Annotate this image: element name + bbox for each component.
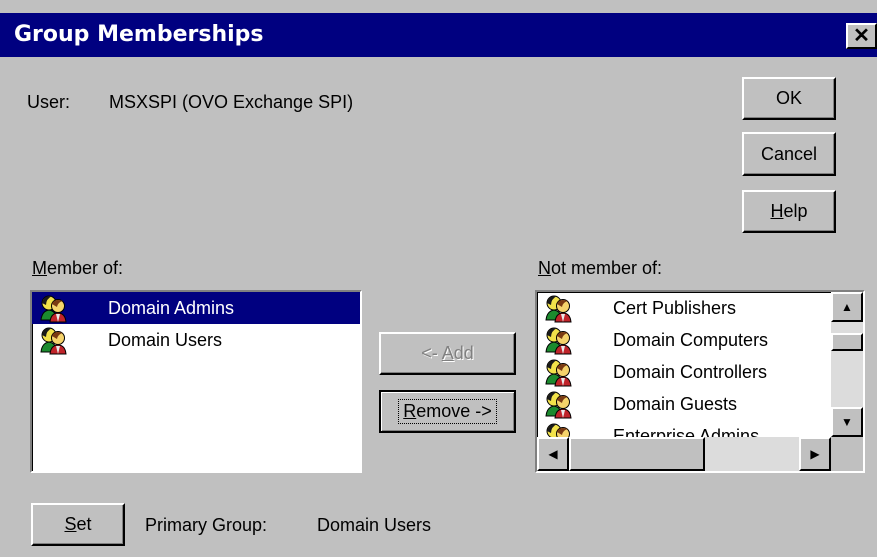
list-item-label: Domain Computers: [613, 329, 769, 350]
user-label: User:: [27, 92, 71, 112]
scroll-left-button[interactable]: ◀: [537, 437, 569, 471]
group-icon: [546, 423, 570, 437]
ok-button[interactable]: OK: [742, 77, 836, 120]
arrow-left-icon: ◀: [548, 447, 558, 461]
list-item[interactable]: Domain Users: [32, 324, 360, 356]
list-item[interactable]: Domain Guests: [537, 388, 831, 420]
list-item-label: Domain Guests: [613, 393, 738, 414]
arrow-up-icon: ▲: [841, 300, 853, 314]
not-member-of-box: Cert Publishers Domain Computers Domain Co…: [535, 290, 865, 473]
not-member-of-label: Not member of:: [538, 258, 663, 278]
scroll-down-button[interactable]: ▼: [831, 407, 863, 437]
remove-button[interactable]: Remove ->: [379, 390, 516, 433]
not-member-of-list[interactable]: Cert Publishers Domain Computers Domain Co…: [537, 292, 831, 437]
group-icon: [545, 359, 572, 387]
primary-group-value: Domain Users: [317, 515, 432, 535]
group-icon: [545, 295, 572, 323]
group-icon: [545, 327, 572, 355]
group-icon: [545, 391, 572, 419]
arrow-down-icon: ▼: [841, 415, 853, 429]
ok-button-label: OK: [775, 88, 802, 108]
scrollbar-corner: [831, 437, 863, 471]
window-title: Group Memberships: [14, 22, 264, 47]
list-item-label: Cert Publishers: [613, 297, 737, 318]
add-button[interactable]: <- Add: [379, 332, 516, 375]
scroll-right-button[interactable]: ▶: [799, 437, 831, 471]
horizontal-scrollbar[interactable]: ◀ ▶: [537, 437, 831, 471]
set-button-label: Set: [64, 514, 92, 534]
title-bar: Group Memberships ✕: [0, 13, 877, 57]
vertical-scroll-thumb[interactable]: [831, 333, 863, 351]
primary-group-label: Primary Group:: [145, 515, 268, 535]
list-item-label: Domain Admins: [108, 297, 235, 318]
list-item-label: Domain Users: [108, 329, 223, 350]
list-item[interactable]: Domain Computers: [537, 324, 831, 356]
horizontal-scroll-thumb[interactable]: [569, 437, 705, 471]
list-item[interactable]: Enterprise Admins: [537, 420, 831, 437]
group-icon: [40, 295, 67, 323]
set-button[interactable]: Set: [31, 503, 125, 546]
close-button[interactable]: ✕: [846, 23, 877, 49]
scroll-up-button[interactable]: ▲: [831, 292, 863, 322]
vertical-scrollbar[interactable]: ▲ ▼: [831, 292, 863, 437]
list-item[interactable]: Cert Publishers: [537, 292, 831, 324]
user-value: MSXSPI (OVO Exchange SPI): [109, 92, 354, 112]
arrow-right-icon: ▶: [810, 447, 820, 461]
list-item[interactable]: Domain Controllers: [537, 356, 831, 388]
add-button-label: <- Add: [421, 343, 474, 363]
list-item-label: Enterprise Admins: [613, 425, 760, 438]
group-icon: [40, 327, 67, 355]
cancel-button-label: Cancel: [760, 143, 818, 164]
remove-button-label: Remove ->: [398, 399, 497, 424]
cancel-button[interactable]: Cancel: [742, 132, 836, 176]
help-button-label: Help: [770, 201, 808, 221]
list-item[interactable]: Domain Admins: [32, 292, 360, 324]
member-of-label: Member of:: [32, 258, 124, 278]
member-of-list[interactable]: Domain Admins Domain Users: [30, 290, 362, 473]
help-button[interactable]: Help: [742, 190, 836, 233]
close-icon: ✕: [853, 25, 870, 47]
list-item-label: Domain Controllers: [613, 361, 768, 382]
